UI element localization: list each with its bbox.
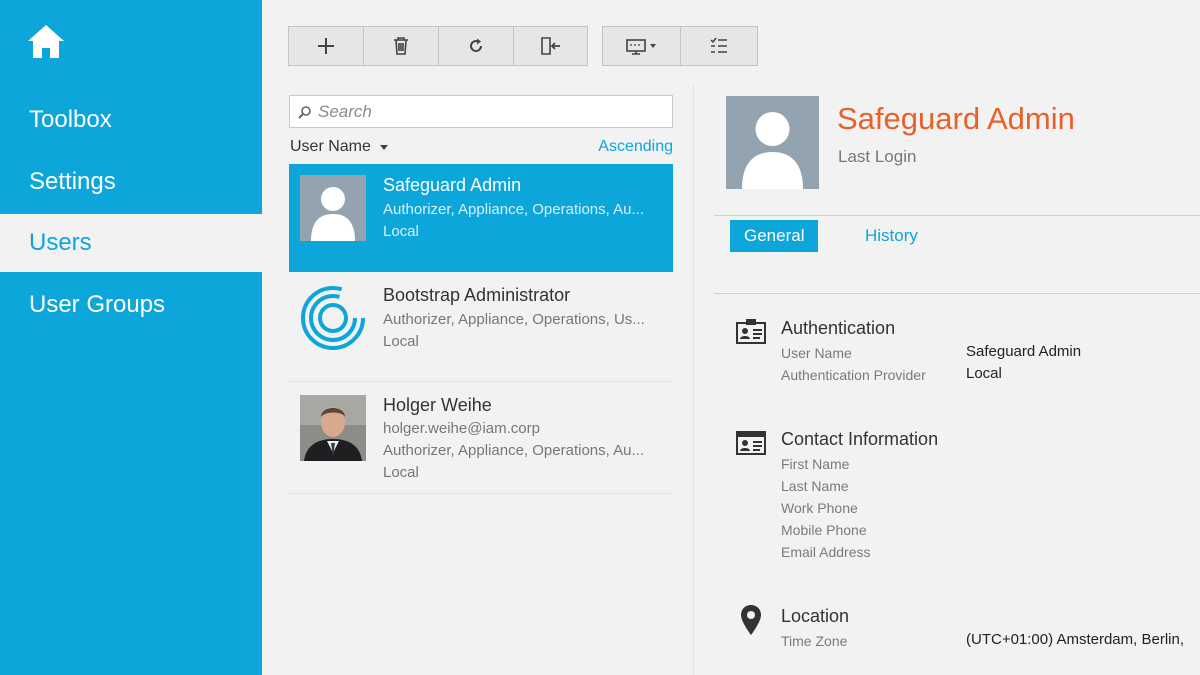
avatar <box>300 395 366 461</box>
contact-heading: Contact Information <box>781 429 939 449</box>
map-pin-icon <box>741 605 761 635</box>
field-label: Email Address <box>781 544 871 560</box>
tab-history[interactable]: History <box>865 220 918 252</box>
sidebar-item-settings[interactable]: Settings <box>0 153 262 211</box>
refresh-button[interactable] <box>439 27 514 65</box>
sort-field-dropdown[interactable]: User Name <box>290 138 389 156</box>
user-roles: Authorizer, Appliance, Operations, Us... <box>383 311 645 328</box>
sort-order-toggle[interactable]: Ascending <box>598 138 673 156</box>
avatar <box>300 175 366 241</box>
user-email: holger.weihe@iam.corp <box>383 420 540 437</box>
user-name: Bootstrap Administrator <box>383 285 571 305</box>
field-label: Authentication Provider <box>781 367 926 383</box>
caret-down-icon <box>380 145 389 150</box>
search-icon <box>298 106 311 119</box>
checklist-button[interactable] <box>681 27 757 65</box>
display-dropdown-button[interactable] <box>603 27 681 65</box>
list-item[interactable]: Holger Weihe holger.weihe@iam.corp Autho… <box>289 384 673 494</box>
field-label: User Name <box>781 345 852 361</box>
delete-button[interactable] <box>364 27 439 65</box>
divider <box>714 215 1200 216</box>
divider <box>714 293 1200 294</box>
user-provider: Local <box>383 333 419 350</box>
refresh-icon <box>470 38 483 52</box>
field-label: Work Phone <box>781 500 858 516</box>
tab-general[interactable]: General <box>730 220 819 252</box>
sidebar-item-toolbox[interactable]: Toolbox <box>0 91 262 149</box>
monitor-icon <box>625 39 656 55</box>
search-box <box>289 95 673 128</box>
avatar <box>726 96 819 189</box>
sidebar-item-user-groups[interactable]: User Groups <box>0 276 262 334</box>
field-value: Safeguard Admin <box>966 343 1082 360</box>
list-item[interactable]: Safeguard Admin Authorizer, Appliance, O… <box>289 164 673 272</box>
toolbar-secondary <box>602 26 758 66</box>
contact-card-icon <box>736 431 766 455</box>
bootstrap-logo-icon <box>301 286 365 350</box>
pane-divider <box>693 85 694 675</box>
trash-icon <box>394 37 408 55</box>
user-provider: Local <box>383 223 419 240</box>
sort-field-label: User Name <box>290 138 371 155</box>
user-roles: Authorizer, Appliance, Operations, Au... <box>383 442 644 459</box>
import-button[interactable] <box>514 27 587 65</box>
location-heading: Location <box>781 606 850 626</box>
search-input[interactable] <box>290 96 672 127</box>
checklist-icon <box>710 37 727 53</box>
field-label: Mobile Phone <box>781 522 867 538</box>
user-provider: Local <box>383 464 419 481</box>
last-login-label: Last Login <box>838 147 917 166</box>
sidebar: Toolbox Settings Users User Groups <box>0 0 262 675</box>
page-title: Safeguard Admin <box>837 101 1075 136</box>
add-button[interactable] <box>289 27 364 65</box>
field-label: First Name <box>781 456 850 472</box>
id-badge-icon <box>736 319 766 344</box>
user-roles: Authorizer, Appliance, Operations, Au... <box>383 201 644 218</box>
toolbar-primary <box>288 26 588 66</box>
sign-in-icon <box>540 37 560 55</box>
home-icon[interactable] <box>26 22 66 62</box>
user-name: Holger Weihe <box>383 395 492 415</box>
field-value: (UTC+01:00) Amsterdam, Berlin, <box>966 631 1184 648</box>
field-label: Time Zone <box>781 633 848 649</box>
user-name: Safeguard Admin <box>383 175 522 195</box>
field-value: Local <box>966 365 1002 382</box>
plus-icon <box>318 38 334 54</box>
list-item[interactable]: Bootstrap Administrator Authorizer, Appl… <box>289 274 673 382</box>
sidebar-item-users[interactable]: Users <box>0 214 262 272</box>
field-label: Last Name <box>781 478 849 494</box>
authentication-heading: Authentication <box>781 318 896 338</box>
